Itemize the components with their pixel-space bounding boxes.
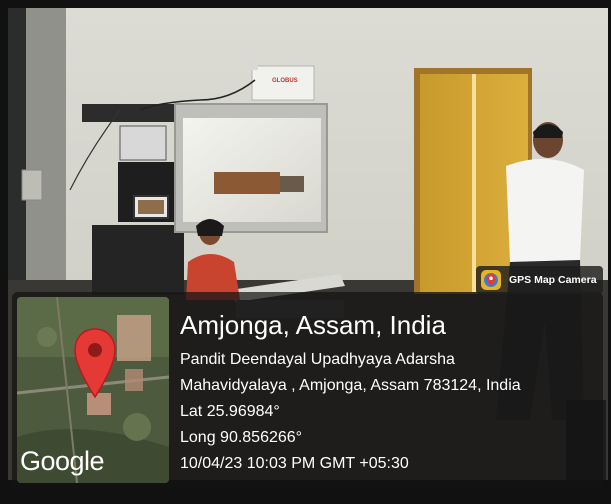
projector-brand-text: GLOBUS [272, 78, 298, 84]
longitude-text: Long 90.856266° [180, 429, 303, 446]
latitude-text: Lat 25.96984° [180, 403, 280, 420]
map-pin-icon [74, 328, 116, 399]
photo-frame: GLOBUS Google GPS Map Camera Amjonga, As… [0, 0, 611, 504]
address-line-2: Mahavidyalaya , Amjonga, Assam 783124, I… [180, 377, 521, 394]
gps-map-camera-label: GPS Map Camera [509, 274, 597, 286]
gps-map-camera-badge: GPS Map Camera [476, 266, 603, 294]
timestamp-text: 10/04/23 10:03 PM GMT +05:30 [180, 455, 409, 472]
google-logo-text: Google [20, 446, 105, 476]
location-title: Amjonga, Assam, India [180, 310, 446, 340]
gps-map-camera-icon [481, 270, 501, 290]
address-line-1: Pandit Deendayal Upadhyaya Adarsha [180, 351, 455, 368]
